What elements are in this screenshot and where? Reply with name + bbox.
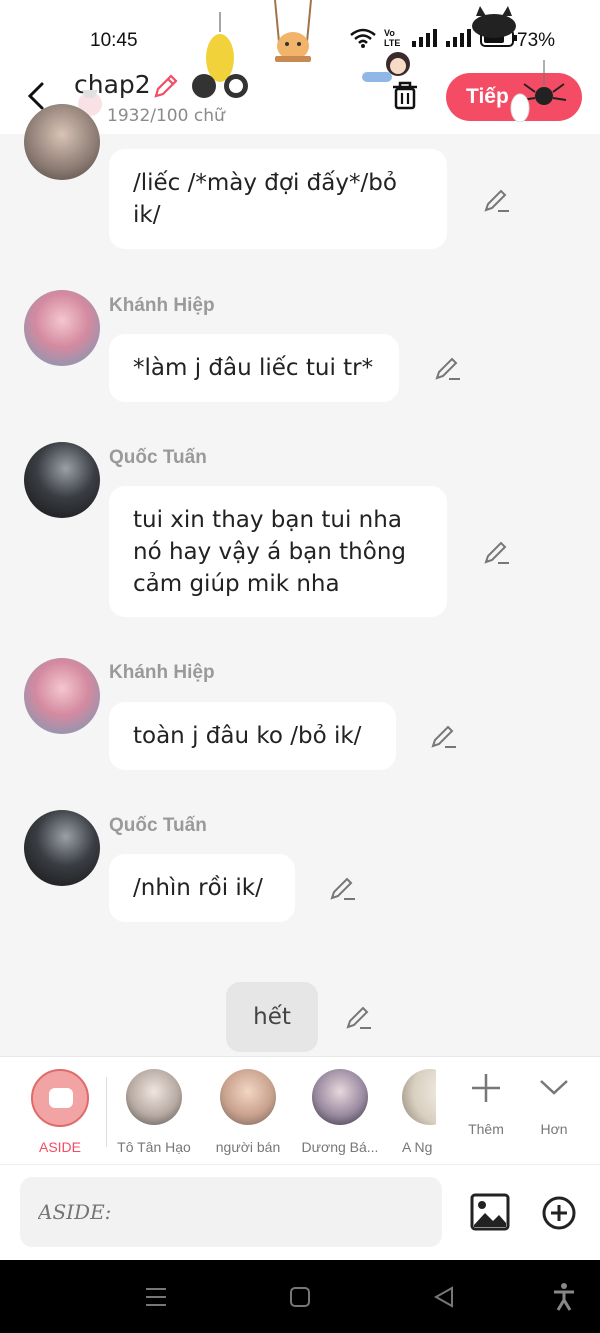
input-bar — [0, 1164, 600, 1260]
aside-chat-icon — [49, 1088, 73, 1108]
sender-name: Khánh Hiệp — [109, 662, 215, 683]
image-icon[interactable] — [470, 1193, 510, 1231]
character-label: người bán — [215, 1139, 281, 1155]
less-label: Hơn — [540, 1121, 568, 1137]
edit-pencil-icon[interactable] — [345, 1003, 373, 1031]
system-nav-bar — [0, 1260, 600, 1333]
rabbit-sticker-icon — [192, 12, 248, 98]
battery-percent: 73% — [517, 30, 556, 51]
cat-swing-sticker-icon — [274, 0, 312, 62]
message-bubble[interactable]: tui xin thay bạn tui nha nó hay vậy á bạ… — [109, 486, 447, 617]
character-item[interactable]: Dương Bá... — [298, 1069, 382, 1155]
message-bubble[interactable]: /liếc /*mày đợi đấy*/bỏ ik/ — [109, 149, 447, 249]
end-marker[interactable]: hết — [226, 982, 318, 1052]
sender-name: Quốc Tuấn — [109, 447, 207, 468]
menu-icon[interactable] — [144, 1286, 168, 1308]
edit-pencil-icon[interactable] — [483, 186, 511, 214]
more-button[interactable]: Thêm — [462, 1071, 510, 1137]
more-label: Thêm — [468, 1121, 504, 1137]
edit-pencil-icon[interactable] — [329, 874, 357, 902]
character-label: ASIDE — [38, 1139, 81, 1155]
avatar — [220, 1069, 276, 1125]
less-button[interactable]: Hơn — [532, 1071, 576, 1137]
wifi-icon — [350, 28, 376, 48]
sender-name: Khánh Hiệp — [109, 295, 215, 316]
avatar[interactable] — [24, 810, 100, 886]
divider — [106, 1077, 107, 1147]
edit-pencil-icon[interactable] — [434, 354, 462, 382]
aside-avatar — [31, 1069, 89, 1127]
character-label: Tô Tân Hạo — [117, 1139, 191, 1155]
character-item[interactable]: người bán — [208, 1069, 288, 1155]
spider-sticker-icon — [510, 60, 567, 123]
character-bar: ASIDE Tô Tân Hạo người bán Dương Bá... A… — [0, 1056, 600, 1164]
chevron-down-icon — [540, 1080, 568, 1095]
plus-icon — [472, 1074, 500, 1102]
status-time: 10:45 — [90, 30, 138, 51]
word-count: 1932/100 chữ — [107, 106, 225, 126]
girl-sticker-icon — [362, 52, 410, 82]
avatar — [312, 1069, 368, 1125]
back-nav-icon[interactable] — [432, 1285, 456, 1309]
avatar[interactable] — [24, 442, 100, 518]
character-aside[interactable]: ASIDE — [30, 1069, 90, 1155]
avatar[interactable] — [24, 658, 100, 734]
character-item[interactable]: A Ng — [402, 1069, 436, 1155]
character-label: A Ng — [402, 1139, 433, 1155]
edit-pencil-icon[interactable] — [430, 722, 458, 750]
sender-name: Quốc Tuấn — [109, 815, 207, 836]
edit-title-icon[interactable] — [152, 72, 180, 100]
avatar — [126, 1069, 182, 1125]
message-bubble[interactable]: /nhìn rồi ik/ — [109, 854, 295, 922]
avatar — [402, 1069, 436, 1125]
accessibility-icon[interactable] — [552, 1282, 576, 1312]
character-label: Dương Bá... — [301, 1139, 379, 1155]
avatar[interactable] — [24, 104, 100, 180]
message-bubble[interactable]: toàn j đâu ko /bỏ ik/ — [109, 702, 396, 770]
signal-icon — [412, 29, 437, 47]
character-item[interactable]: Tô Tân Hạo — [112, 1069, 196, 1155]
message-input[interactable] — [20, 1177, 442, 1247]
message-bubble[interactable]: *làm j đâu liếc tui tr* — [109, 334, 399, 402]
volte-label: Vo LTE — [384, 28, 401, 48]
add-circle-icon[interactable] — [541, 1195, 577, 1231]
black-cat-sticker-icon — [472, 6, 516, 38]
edit-pencil-icon[interactable] — [483, 538, 511, 566]
avatar[interactable] — [24, 290, 100, 366]
home-icon[interactable] — [289, 1286, 311, 1308]
